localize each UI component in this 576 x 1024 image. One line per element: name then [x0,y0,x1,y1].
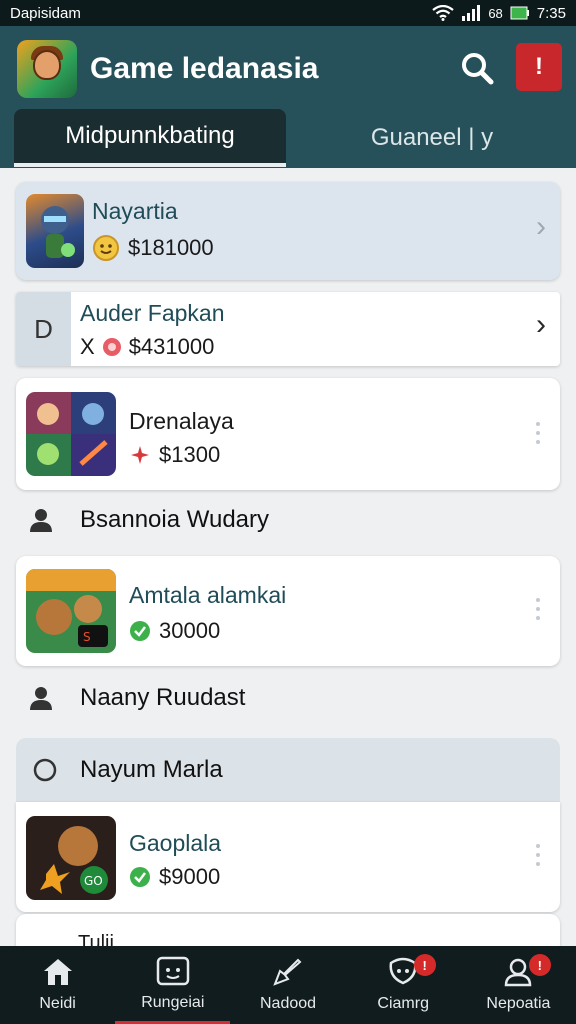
nav-item-rocket[interactable]: Nadood [230,946,345,1024]
nav-item-profile[interactable]: Nepoatia ! [461,946,576,1024]
tab-label: Guaneel | y [370,124,494,151]
game-thumbnail [26,194,84,268]
tab-primary[interactable]: Midpunnkbating [14,109,286,167]
nav-label: Ciamrg [377,995,429,1012]
avatar: D [16,292,71,366]
list-item[interactable]: Drenalaya $1300 [16,378,560,490]
svg-text:S: S [83,630,91,644]
item-price-row: 30000 [129,618,220,644]
status-left-text: Dapisidam [10,4,81,22]
check-icon [130,621,150,641]
item-price: $181000 [128,235,214,260]
section-label: Naany Ruudast [80,684,246,711]
item-title: Auder Fapkan [80,300,225,326]
list-item[interactable]: Nayartia $181000 › [16,182,560,280]
item-title: Gaoplala [129,830,222,856]
item-price: $431000 [128,334,215,359]
more-options-icon[interactable] [536,844,540,866]
app-bar: Game ledanasia ! Midpunnkbating Guaneel … [0,26,576,168]
alert-button[interactable]: ! [516,43,562,91]
list-item[interactable]: GO Gaoplala $9000 [16,802,560,912]
item-prefix: X [80,334,95,359]
item-price: $1300 [159,442,221,467]
item-title: Drenalaya [129,408,234,434]
section-header-boxed[interactable]: Nayum Marla [16,738,560,802]
item-price: $9000 [159,864,221,889]
nav-item-chat[interactable]: Ciamrg ! [346,946,461,1024]
item-price-row: $1300 [129,442,220,468]
status-icons: 68 7:35 [432,5,566,22]
section-label: Bsannoia Wudary [80,506,269,533]
tab-label: Midpunnkbating [65,122,235,149]
game-thumbnail: S [26,569,116,653]
person-icon [30,687,52,710]
red-star-icon [131,446,149,464]
chevron-right-icon[interactable]: › [536,308,546,342]
nav-label: Rungeiai [141,993,205,1011]
person-icon [30,509,52,532]
app-logo [17,40,77,98]
section-header: Bsannoia Wudary [28,506,269,534]
game-thumbnail: GO [26,816,116,900]
status-bar: Dapisidam 68 7:35 [0,0,576,26]
list-item[interactable]: S Amtala alamkai 30000 [16,556,560,666]
nav-label: Nepoatia [486,995,551,1012]
coin-icon [93,235,119,261]
signal-icon [462,5,481,21]
item-price-row: $181000 [92,234,214,262]
item-title: Nayartia [92,198,178,224]
search-icon [462,53,494,85]
bottom-navigation: Neidi Rungeiai Nadood Ciamrg ! Nepoatia … [0,946,576,1024]
item-price-row: X $431000 [80,334,214,360]
game-thumbnail [26,392,116,476]
wifi-icon [432,5,455,21]
search-button[interactable] [455,46,499,90]
check-icon [130,867,150,887]
app-title: Game ledanasia [90,52,319,85]
section-header: Naany Ruudast [28,684,245,712]
tab-secondary[interactable]: Guaneel | y [288,109,576,167]
home-icon [43,959,72,985]
notification-badge: ! [528,954,551,976]
alert-icon: ! [535,53,543,80]
svg-text:GO: GO [84,874,103,888]
nav-item-games[interactable]: Rungeiai [115,946,231,1024]
rocket-icon [273,958,302,986]
item-price: 30000 [159,618,221,643]
item-price-row: $9000 [129,864,220,890]
battery-icon [510,6,529,20]
nav-label: Nadood [259,995,317,1012]
item-title: Amtala alamkai [129,582,287,608]
notification-badge: ! [413,954,436,976]
more-options-icon[interactable] [536,598,540,620]
gamepad-icon [156,956,190,985]
circle-icon [33,758,57,782]
chevron-right-icon[interactable]: › [536,210,546,244]
nav-label: Neidi [39,995,76,1012]
list-item[interactable]: D Auder Fapkan X $431000 › [16,292,560,366]
more-options-icon[interactable] [536,422,540,444]
section-label: Nayum Marla [80,756,223,783]
nav-item-home[interactable]: Neidi [0,946,115,1024]
red-disc-icon [102,338,121,356]
status-time: 7:35 [536,4,566,22]
battery-label: 68 [488,5,503,21]
avatar-letter: D [34,313,53,344]
